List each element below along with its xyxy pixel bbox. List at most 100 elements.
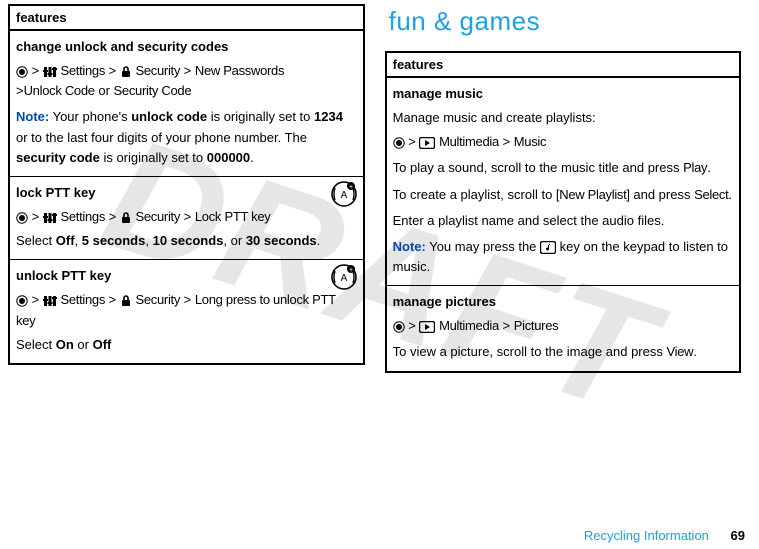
- row-manage-pictures: manage pictures > Multimedia > Pictures …: [387, 286, 740, 370]
- row-title: change unlock and security codes: [16, 37, 357, 57]
- row-unlock-ptt: A+ unlock PTT key > Settings > Security …: [10, 260, 363, 363]
- t: Off: [93, 337, 112, 352]
- note-text: Note: Your phone's unlock code is origin…: [16, 107, 357, 167]
- t: or to the last four digits of your phone…: [16, 130, 307, 145]
- t: .: [728, 187, 732, 202]
- t: To view a picture, scroll to the image a…: [393, 344, 667, 359]
- network-badge-icon: A+: [331, 264, 357, 290]
- row-change-codes: change unlock and security codes > Setti…: [10, 31, 363, 177]
- row-title: unlock PTT key: [16, 266, 357, 286]
- t: ,: [145, 233, 152, 248]
- row-manage-music: manage music Manage music and create pla…: [387, 78, 740, 286]
- enter-text: Enter a playlist name and select the aud…: [393, 211, 734, 231]
- t: 10 seconds: [153, 233, 224, 248]
- t: Select: [16, 337, 56, 352]
- t: or: [74, 337, 93, 352]
- t: .: [693, 344, 697, 359]
- lock-icon: [120, 295, 132, 307]
- t: Play: [683, 160, 707, 175]
- label: Security Code: [114, 83, 192, 98]
- multimedia-icon: [419, 321, 435, 333]
- t: is originally set to: [207, 109, 314, 124]
- menu-path-1: > Settings > Security > New Passwords: [16, 61, 357, 81]
- lock-icon: [120, 212, 132, 224]
- t: View: [666, 344, 693, 359]
- t: 30 seconds: [246, 233, 317, 248]
- menu-path: > Settings > Security > Long press to un…: [16, 290, 357, 330]
- label: Music: [514, 134, 546, 149]
- row-title: manage music: [393, 84, 734, 104]
- settings-icon: [43, 66, 57, 78]
- t: , or: [223, 233, 245, 248]
- label: Lock PTT key: [195, 209, 271, 224]
- play-text: To play a sound, scroll to the music tit…: [393, 158, 734, 178]
- center-key-icon: [16, 295, 28, 307]
- center-key-icon: [393, 321, 405, 333]
- label: Settings: [60, 292, 105, 307]
- lock-icon: [120, 66, 132, 78]
- t: .: [707, 160, 711, 175]
- section-heading: fun & games: [389, 6, 742, 37]
- row-title: manage pictures: [393, 292, 734, 312]
- select-text: Select On or Off: [16, 335, 357, 355]
- t: You may press the: [426, 239, 540, 254]
- row-lock-ptt: A+ lock PTT key > Settings > Security > …: [10, 177, 363, 260]
- menu-path: > Settings > Security > Lock PTT key: [16, 207, 357, 227]
- left-column: features change unlock and security code…: [8, 4, 365, 373]
- t: 1234: [314, 109, 343, 124]
- label: Security: [135, 209, 180, 224]
- t: Select: [16, 233, 56, 248]
- page-columns: features change unlock and security code…: [0, 0, 759, 373]
- settings-icon: [43, 295, 57, 307]
- label: Unlock Code: [24, 83, 95, 98]
- menu-path: > Multimedia > Music: [393, 132, 734, 152]
- row-title: lock PTT key: [16, 183, 357, 203]
- page-number: 69: [731, 528, 745, 543]
- multimedia-icon: [419, 137, 435, 149]
- right-column: fun & games features manage music Manage…: [385, 4, 742, 373]
- t: [New Playlist]: [556, 187, 630, 202]
- svg-text:A: A: [340, 190, 347, 201]
- label: Multimedia: [439, 134, 499, 149]
- t: Select: [694, 187, 728, 202]
- label: Settings: [60, 63, 105, 78]
- note-label: Note:: [16, 109, 49, 124]
- t: Your phone's: [49, 109, 131, 124]
- left-table: features change unlock and security code…: [8, 4, 365, 365]
- footer: Recycling Information 69: [0, 528, 759, 543]
- note-label: Note:: [393, 239, 426, 254]
- select-text: Select Off, 5 seconds, 10 seconds, or 30…: [16, 231, 357, 251]
- center-key-icon: [16, 212, 28, 224]
- t: 5 seconds: [82, 233, 146, 248]
- t: is originally set to: [100, 150, 207, 165]
- svg-text:A: A: [340, 273, 347, 284]
- note-text: Note: You may press the key on the keypa…: [393, 237, 734, 277]
- label: Security: [135, 292, 180, 307]
- svg-text:+: +: [349, 267, 353, 274]
- label: Settings: [60, 209, 105, 224]
- or: or: [98, 83, 110, 98]
- center-key-icon: [393, 137, 405, 149]
- t: .: [317, 233, 321, 248]
- label: Pictures: [514, 318, 559, 333]
- t: Off: [56, 233, 75, 248]
- t: unlock code: [131, 109, 207, 124]
- music-key-icon: [540, 241, 556, 254]
- t: security code: [16, 150, 100, 165]
- center-key-icon: [16, 66, 28, 78]
- t: To create a playlist, scroll to: [393, 187, 556, 202]
- label: Multimedia: [439, 318, 499, 333]
- settings-icon: [43, 212, 57, 224]
- footer-text: Recycling Information: [584, 528, 709, 543]
- t: ,: [75, 233, 82, 248]
- menu-path-2: >Unlock Code or Security Code: [16, 81, 357, 101]
- menu-path: > Multimedia > Pictures: [393, 316, 734, 336]
- right-header: features: [387, 53, 740, 78]
- t: 000000: [207, 150, 250, 165]
- t: On: [56, 337, 74, 352]
- right-table: features manage music Manage music and c…: [385, 51, 742, 373]
- create-text: To create a playlist, scroll to [New Pla…: [393, 185, 734, 205]
- t: and press: [630, 187, 694, 202]
- label: Security: [135, 63, 180, 78]
- t: To play a sound, scroll to the music tit…: [393, 160, 683, 175]
